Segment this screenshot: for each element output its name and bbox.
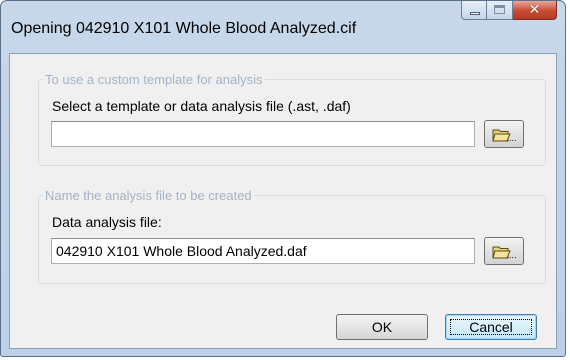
template-file-input[interactable] — [51, 121, 475, 147]
dialog-body: To use a custom template for analysis Se… — [9, 53, 557, 349]
title-bar[interactable]: Opening 042910 X101 Whole Blood Analyzed… — [1, 1, 565, 53]
minimize-icon — [470, 12, 480, 15]
analysis-browse-button[interactable]: ... — [484, 237, 524, 265]
close-button[interactable]: ✕ — [513, 1, 557, 20]
browse-ellipsis: ... — [509, 251, 516, 259]
folder-open-icon: ... — [492, 129, 516, 142]
analysis-file-input[interactable] — [51, 238, 475, 264]
dialog-window: Opening 042910 X101 Whole Blood Analyzed… — [0, 0, 566, 357]
cancel-button[interactable]: Cancel — [445, 314, 537, 340]
browse-ellipsis: ... — [509, 134, 516, 142]
caption-buttons: ✕ — [461, 1, 557, 21]
maximize-icon — [494, 5, 505, 14]
template-file-label: Select a template or data analysis file … — [52, 98, 351, 114]
window-title: Opening 042910 X101 Whole Blood Analyzed… — [11, 20, 357, 37]
analysis-group-legend: Name the analysis file to be created — [45, 188, 252, 203]
analysis-group: Name the analysis file to be created — [38, 188, 546, 284]
ok-button[interactable]: OK — [336, 314, 428, 340]
folder-open-icon: ... — [492, 246, 516, 259]
template-browse-button[interactable]: ... — [484, 120, 524, 148]
minimize-button[interactable] — [461, 1, 487, 20]
maximize-button — [487, 1, 513, 20]
template-group: To use a custom template for analysis — [38, 72, 546, 166]
close-icon: ✕ — [528, 2, 541, 18]
template-group-legend: To use a custom template for analysis — [45, 72, 263, 87]
cancel-button-label: Cancel — [469, 319, 513, 335]
analysis-file-label: Data analysis file: — [52, 214, 162, 230]
